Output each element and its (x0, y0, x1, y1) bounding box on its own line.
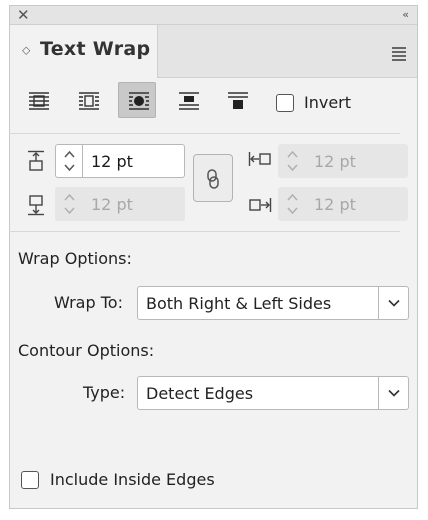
separator (9, 133, 400, 134)
right-offset-icon (249, 198, 272, 212)
wrap-next-column-button[interactable] (217, 82, 255, 118)
chevron-down-icon (388, 389, 400, 397)
wrap-none-button[interactable] (18, 82, 56, 118)
separator (9, 231, 400, 232)
contour-type-label: Type: (83, 383, 126, 402)
wrap-jump-object-icon (179, 92, 199, 110)
wrap-to-dropdown-button[interactable] (378, 287, 408, 319)
wrap-to-select[interactable]: Both Right & Left Sides (137, 286, 409, 320)
invert-checkbox[interactable] (276, 94, 294, 112)
panel-tab-row: ⬦ Text Wrap (10, 25, 417, 78)
contour-options-heading: Contour Options: (18, 341, 155, 360)
top-offset-icon (28, 150, 44, 171)
right-offset-field: 12 pt (278, 187, 408, 221)
wrap-none-icon (29, 92, 49, 110)
panel-title: Text Wrap (40, 38, 151, 60)
bottom-offset-icon (28, 195, 44, 216)
make-all-settings-same-button[interactable] (193, 154, 233, 202)
wrap-bounding-box-button[interactable] (68, 82, 106, 118)
stepper-arrows-icon (287, 150, 298, 172)
invert-label: Invert (304, 93, 352, 112)
bottom-offset-value: 12 pt (91, 195, 133, 214)
contour-type-value: Detect Edges (146, 384, 254, 403)
chevron-updown-icon[interactable]: ⬦ (22, 43, 30, 57)
wrap-to-label: Wrap To: (54, 293, 123, 312)
stepper-arrows-icon (287, 193, 298, 215)
bottom-offset-stepper-arrows (56, 188, 83, 220)
chain-link-icon (207, 169, 219, 189)
left-offset-value: 12 pt (314, 152, 356, 171)
left-offset-stepper-arrows (279, 145, 306, 177)
top-offset-value: 12 pt (91, 152, 133, 171)
top-offset-field[interactable]: 12 pt (55, 144, 185, 178)
panel-menu-icon[interactable] (392, 47, 406, 63)
panel-title-bar: ✕ ‹‹ (10, 6, 417, 25)
include-inside-edges-label: Include Inside Edges (50, 470, 215, 489)
left-offset-icon (248, 152, 271, 166)
include-inside-edges-checkbox[interactable] (21, 471, 39, 489)
close-icon[interactable]: ✕ (17, 6, 30, 24)
wrap-object-shape-icon (129, 92, 149, 110)
wrap-next-column-icon (228, 92, 248, 109)
wrap-jump-object-button[interactable] (168, 82, 206, 118)
right-offset-value: 12 pt (314, 195, 356, 214)
stepper-arrows-icon (64, 193, 75, 215)
collapse-panel-icon[interactable]: ‹‹ (402, 6, 409, 24)
contour-type-dropdown-button[interactable] (378, 377, 408, 409)
right-offset-stepper-arrows (279, 188, 306, 220)
wrap-to-value: Both Right & Left Sides (146, 294, 332, 313)
chevron-down-icon (388, 299, 400, 307)
wrap-object-shape-button[interactable] (118, 82, 156, 118)
wrap-options-heading: Wrap Options: (18, 249, 132, 268)
top-offset-stepper-arrows[interactable] (56, 145, 83, 177)
stepper-arrows-icon (64, 150, 75, 172)
contour-type-select[interactable]: Detect Edges (137, 376, 409, 410)
wrap-bounding-box-icon (79, 92, 99, 110)
tab-text-wrap[interactable]: ⬦ Text Wrap (10, 25, 158, 78)
bottom-offset-field: 12 pt (55, 187, 185, 221)
left-offset-field: 12 pt (278, 144, 408, 178)
